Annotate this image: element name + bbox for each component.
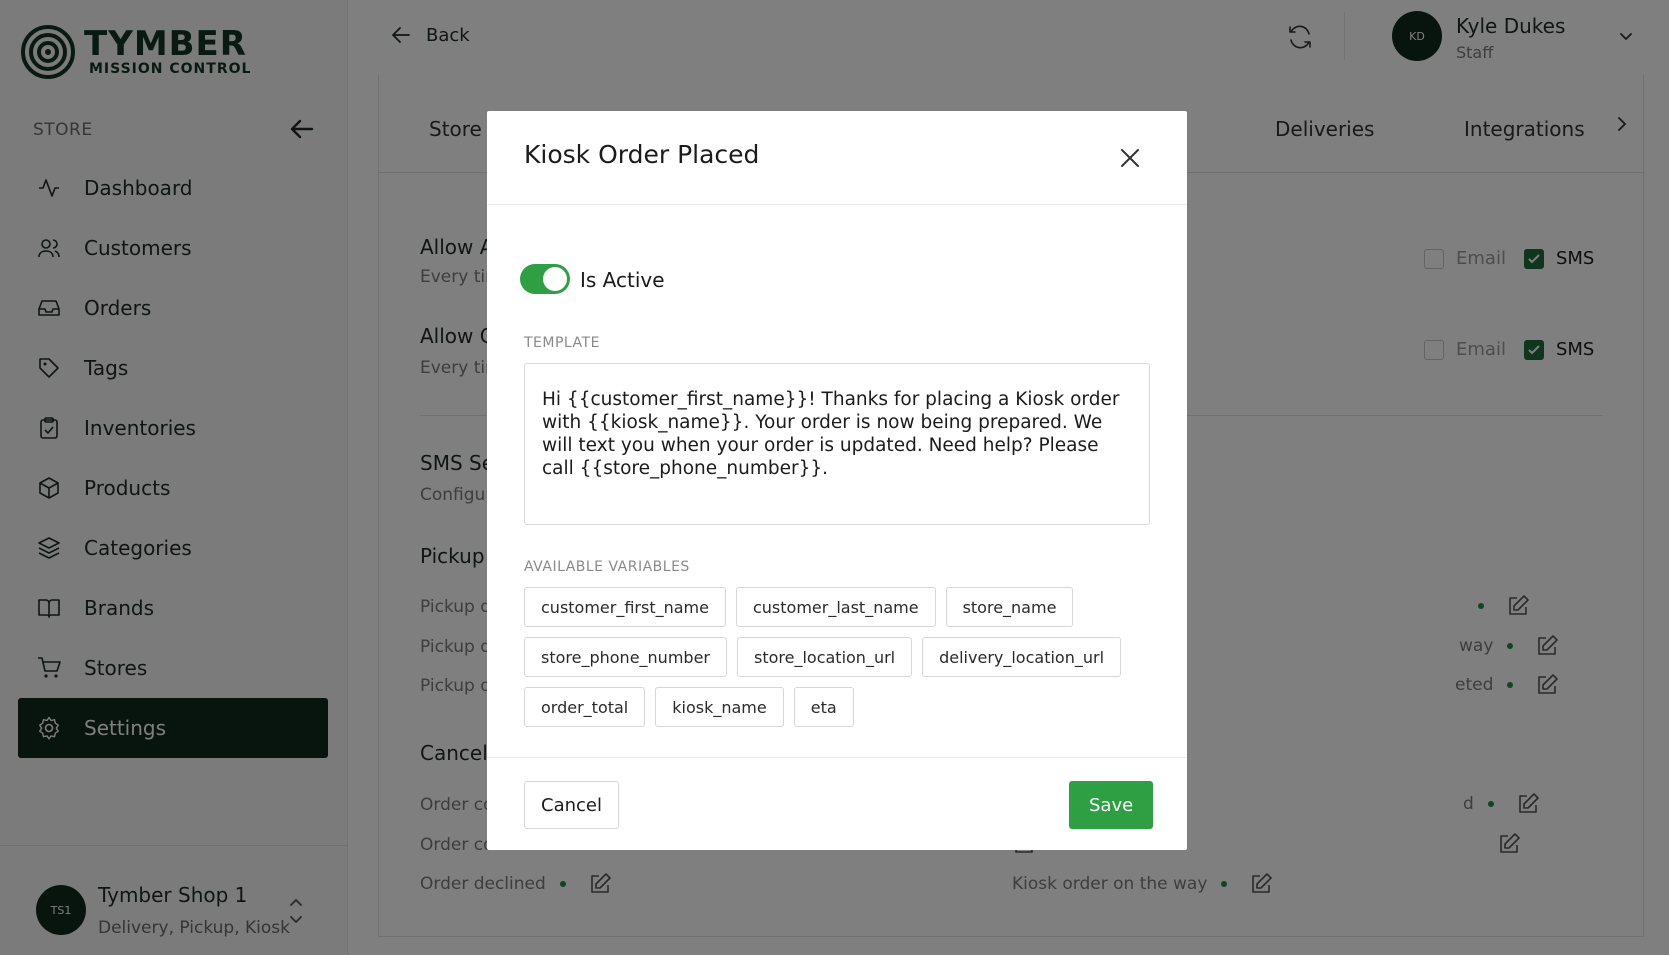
is-active-label: Is Active [580,268,665,292]
modal-title: Kiosk Order Placed [524,140,760,169]
variable-chip[interactable]: order_total [524,687,646,727]
variable-chip[interactable]: store_location_url [736,637,913,677]
edit-template-modal: Kiosk Order Placed Is Active TEMPLATE Hi… [487,111,1187,850]
variable-chip[interactable]: eta [793,687,854,727]
template-textarea[interactable]: Hi {{customer_first_name}}! Thanks for p… [524,363,1150,525]
modal-footer: Cancel Save [487,757,1187,850]
modal-header: Kiosk Order Placed [487,111,1187,205]
variable-chip[interactable]: delivery_location_url [922,637,1122,677]
variable-chip[interactable]: kiosk_name [655,687,784,727]
save-button[interactable]: Save [1069,781,1154,829]
is-active-toggle[interactable] [520,264,570,294]
variable-chip[interactable]: customer_first_name [524,587,726,627]
variable-chip[interactable]: store_phone_number [524,637,727,677]
variable-chip[interactable]: customer_last_name [735,587,936,627]
close-icon[interactable] [1117,145,1143,171]
template-label: TEMPLATE [524,335,600,351]
variables-label: AVAILABLE VARIABLES [524,559,690,575]
variable-chip[interactable]: store_name [945,587,1074,627]
variables-list: customer_first_name customer_last_name s… [524,587,1150,737]
cancel-button[interactable]: Cancel [524,781,619,829]
toggle-knob [543,267,567,291]
